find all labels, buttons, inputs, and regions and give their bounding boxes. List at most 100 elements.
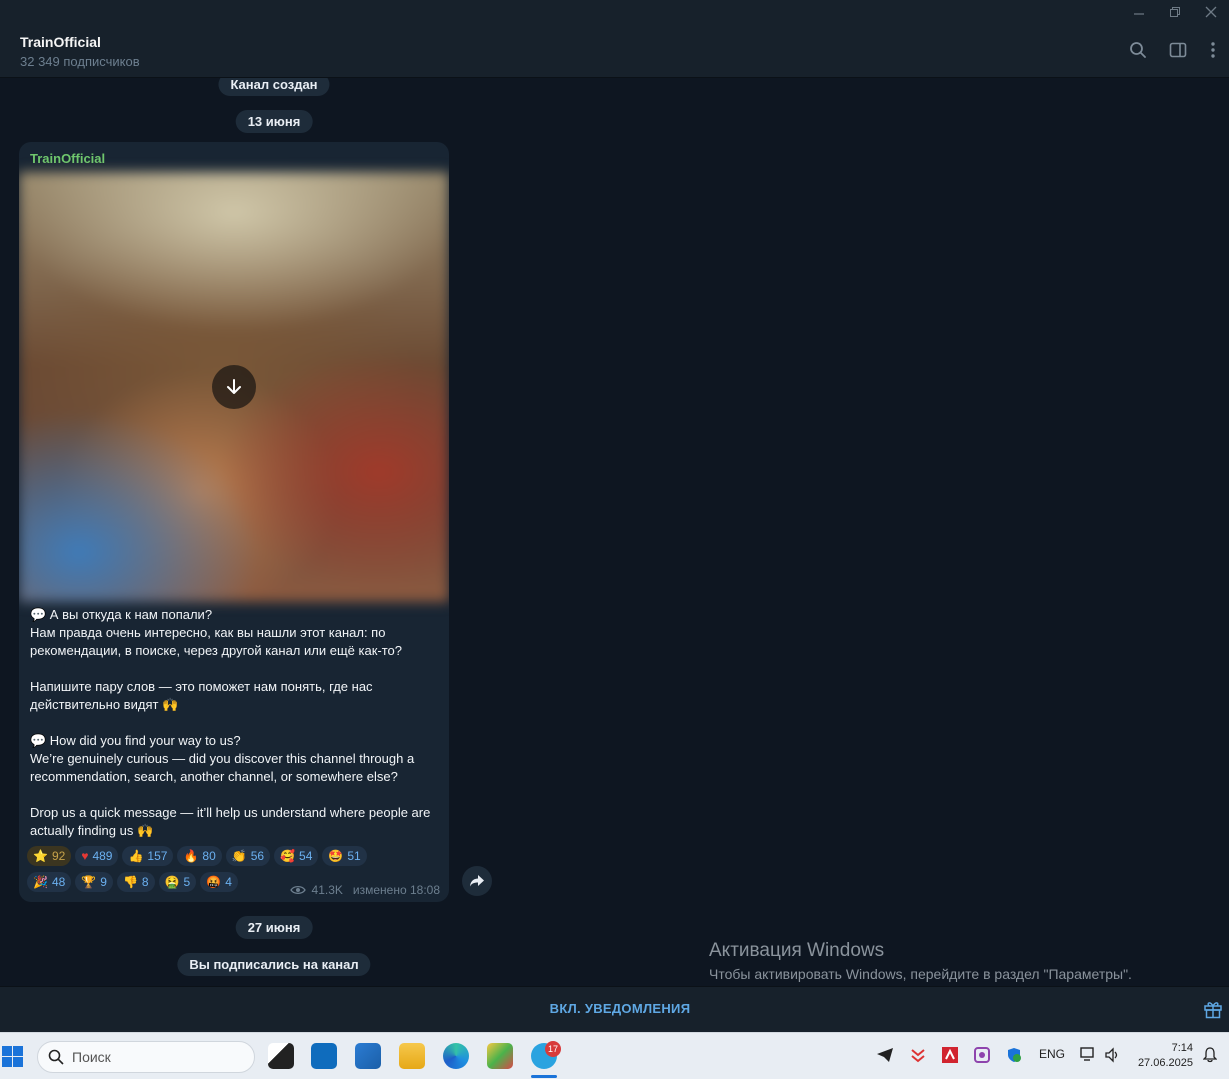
reaction-chip[interactable]: 🤮 5 (158, 872, 197, 892)
close-icon (1205, 6, 1217, 18)
reactions-row-2: 🎉 48 🏆 9 👎 8 🤮 5 🤬 4 (27, 872, 238, 892)
arrow-down-icon (227, 379, 241, 394)
taskbar-search[interactable]: Поиск (37, 1041, 255, 1073)
edited-label: изменено 18:08 (352, 883, 440, 897)
tray-utility-icon[interactable] (974, 1047, 990, 1066)
minimize-icon (1134, 13, 1144, 15)
window-titlebar (0, 0, 1229, 24)
reaction-count: 92 (51, 849, 66, 863)
reaction-chip[interactable]: 🔥 80 (177, 846, 222, 866)
reaction-emoji-icon: 🥰 (280, 849, 296, 863)
more-menu-button[interactable] (1201, 38, 1225, 62)
file-explorer-icon[interactable] (399, 1043, 425, 1069)
windows-activation-watermark: Активация Windows Чтобы активировать Win… (709, 940, 1132, 982)
post-author[interactable]: TrainOfficial (30, 151, 105, 166)
reaction-count: 54 (299, 849, 313, 863)
telegram-tray-icon[interactable] (876, 1047, 894, 1066)
network-icon[interactable] (1080, 1047, 1098, 1066)
clock-time: 7:14 (1171, 1042, 1193, 1054)
views-count: 41.3K (311, 883, 343, 897)
search-button[interactable] (1126, 38, 1150, 62)
outlook-icon[interactable] (311, 1043, 337, 1069)
reaction-emoji-icon: 🤩 (328, 849, 344, 863)
messages-area[interactable]: Канал создан 13 июня TrainOfficial 💬 А в… (0, 78, 1229, 986)
reactions-row-1: ⭐ 92 ♥ 489 👍 157 🔥 80 👏 56 🥰 54 🤩 51 (27, 846, 367, 866)
amd-icon[interactable] (942, 1047, 958, 1066)
close-button[interactable] (1193, 0, 1229, 24)
search-icon (1130, 42, 1146, 58)
volume-icon[interactable] (1104, 1047, 1120, 1066)
tray-app-icon[interactable] (910, 1047, 926, 1066)
post-meta: 41.3K изменено 18:08 (289, 883, 440, 897)
chat-header[interactable]: TrainOfficial 32 349 подписчиков (0, 24, 1229, 78)
reaction-chip[interactable]: 🏆 9 (75, 872, 113, 892)
service-subscribed: Вы подписались на канал (177, 953, 371, 976)
channel-post[interactable]: TrainOfficial 💬 А вы откуда к нам попали… (19, 142, 449, 902)
gift-icon (1204, 1002, 1222, 1019)
reaction-count: 56 (250, 849, 265, 863)
reaction-chip[interactable]: 🥰 54 (274, 846, 319, 866)
search-icon (48, 1049, 64, 1065)
forward-icon (470, 875, 484, 887)
watermark-subtitle: Чтобы активировать Windows, перейдите в … (709, 966, 1132, 982)
windows-logo-icon (2, 1046, 23, 1067)
more-vertical-icon (1211, 42, 1215, 58)
service-channel-created: Канал создан (218, 78, 330, 96)
reaction-chip[interactable]: 🎉 48 (27, 872, 72, 892)
post-text: 💬 А вы откуда к нам попали? Нам правда о… (30, 607, 431, 838)
minimize-button[interactable] (1121, 0, 1157, 24)
date-separator: 13 июня (235, 110, 313, 133)
share-button[interactable] (462, 866, 492, 896)
reaction-count: 48 (51, 875, 66, 889)
notify-bar: ВКЛ. УВЕДОМЛЕНИЯ (0, 986, 1229, 1032)
security-icon[interactable] (1006, 1047, 1022, 1066)
reaction-emoji-icon: 👏 (231, 849, 247, 863)
download-button[interactable] (212, 365, 256, 409)
task-view-icon[interactable] (268, 1043, 294, 1069)
reaction-chip[interactable]: 👏 56 (225, 846, 271, 866)
start-button[interactable] (2, 1046, 23, 1072)
watermark-title: Активация Windows (709, 940, 885, 961)
search-placeholder: Поиск (72, 1049, 111, 1065)
reaction-chip[interactable]: 👎 8 (116, 872, 155, 892)
bluestacks-icon[interactable] (487, 1043, 513, 1069)
edge-icon[interactable] (443, 1043, 469, 1069)
telegram-unread-badge: 17 (545, 1041, 561, 1057)
reaction-emoji-icon: ⭐ (33, 849, 48, 863)
eye-icon (289, 885, 306, 895)
reaction-emoji-icon: ♥ (81, 849, 89, 863)
subscriber-count: 32 349 подписчиков (20, 54, 140, 69)
store-icon[interactable] (355, 1043, 381, 1069)
reaction-emoji-icon: 🎉 (33, 875, 48, 889)
reaction-count: 9 (100, 875, 107, 889)
taskbar-clock[interactable]: 7:14 27.06.2025 (1138, 1041, 1193, 1071)
reaction-chip[interactable]: 🤬 4 (200, 872, 238, 892)
reaction-emoji-icon: 👍 (128, 849, 144, 863)
reaction-emoji-icon: 🤬 (206, 875, 222, 889)
reaction-count: 157 (147, 849, 168, 863)
reaction-emoji-icon: 👎 (122, 875, 138, 889)
reaction-chip[interactable]: ♥ 489 (75, 846, 119, 866)
date-separator: 27 июня (235, 916, 313, 939)
reaction-emoji-icon: 🔥 (183, 849, 199, 863)
reaction-count: 489 (92, 849, 113, 863)
reaction-chip[interactable]: 🤩 51 (322, 846, 367, 866)
reaction-emoji-icon: 🤮 (164, 875, 180, 889)
sidebar-panel-icon (1169, 42, 1187, 58)
clock-date: 27.06.2025 (1137, 1057, 1193, 1069)
reaction-chip[interactable]: ⭐ 92 (27, 846, 72, 866)
reaction-count: 8 (141, 875, 149, 889)
language-indicator[interactable]: ENG (1039, 1047, 1065, 1061)
windows-taskbar: Поиск 17 ENG 7:14 27.06.2025 (0, 1032, 1229, 1079)
restore-icon (1170, 7, 1180, 17)
active-app-indicator (531, 1075, 557, 1078)
channel-title[interactable]: TrainOfficial (20, 34, 101, 50)
enable-notifications-button[interactable]: ВКЛ. УВЕДОМЛЕНИЯ (550, 1001, 691, 1016)
reaction-emoji-icon: 🏆 (81, 875, 97, 889)
reaction-count: 5 (183, 875, 191, 889)
reaction-chip[interactable]: 👍 157 (122, 846, 174, 866)
restore-button[interactable] (1157, 0, 1193, 24)
notifications-icon[interactable] (1202, 1047, 1218, 1066)
gift-button[interactable] (1203, 999, 1223, 1024)
sidebar-toggle-button[interactable] (1166, 38, 1190, 62)
